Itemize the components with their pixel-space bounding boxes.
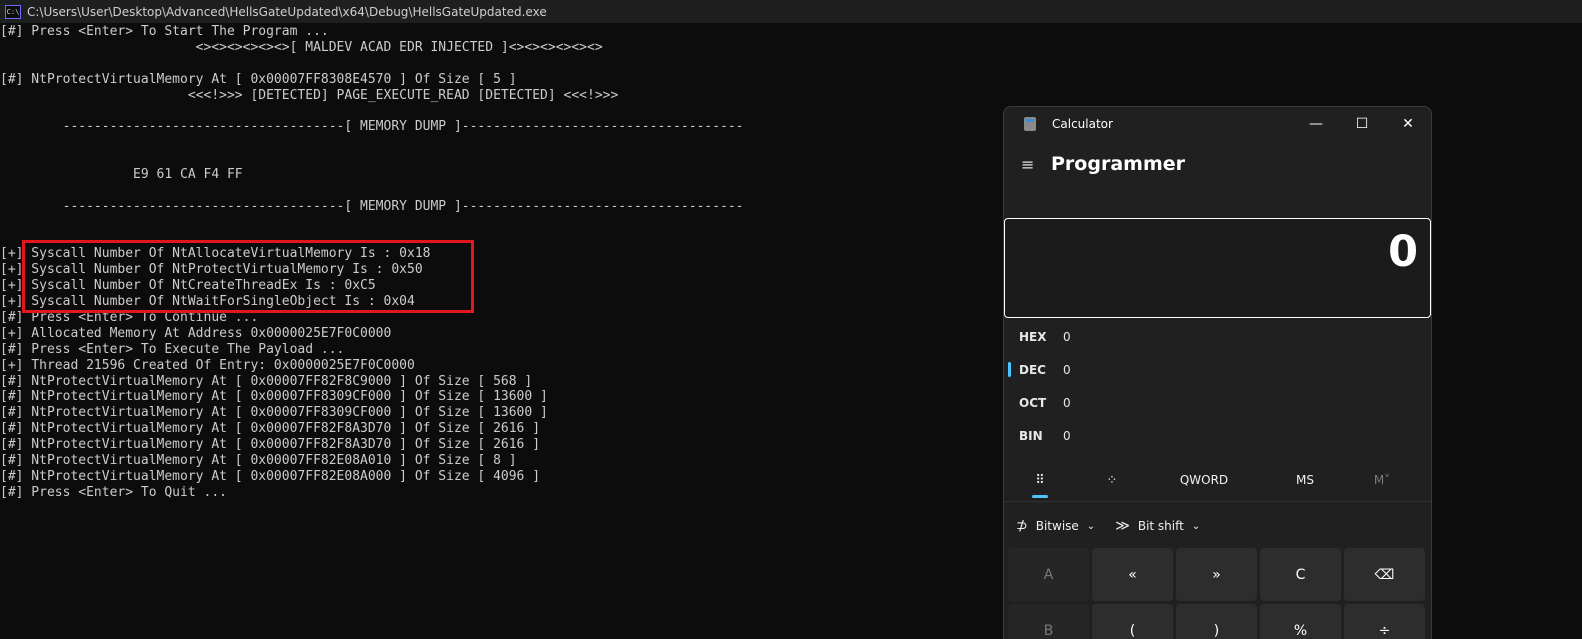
syscall-highlight-box	[22, 240, 474, 313]
bitshift-label: Bit shift	[1137, 519, 1184, 533]
radix-bin[interactable]: BIN 0	[1004, 419, 1431, 452]
radix-value: 0	[1063, 428, 1071, 443]
bit-toggle-keypad-icon[interactable]: ⁘	[1076, 459, 1148, 501]
radix-name: DEC	[1019, 362, 1046, 377]
console-titlebar: C:\ C:\Users\User\Desktop\Advanced\Hells…	[0, 0, 1582, 23]
result-display: 0	[1004, 218, 1431, 318]
radix-value: 0	[1063, 362, 1071, 377]
console-line: <<<!>>> [DETECTED] PAGE_EXECUTE_READ [DE…	[0, 87, 619, 103]
calculator-window: Calculator — ☐ ✕ ≡ Programmer 0 HEX 0 DE…	[1003, 106, 1432, 639]
radix-value: 0	[1063, 395, 1071, 410]
radix-name: BIN	[1019, 428, 1043, 443]
console-line: [#] Press <Enter> To Start The Program .…	[0, 24, 329, 39]
chevron-down-icon: ⌄	[1086, 520, 1096, 532]
console-title: C:\Users\User\Desktop\Advanced\HellsGate…	[27, 4, 547, 19]
logic-gate-icon: ⊅	[1016, 518, 1028, 534]
calculator-titlebar: Calculator — ☐ ✕	[1004, 107, 1431, 141]
console-app-icon: C:\	[5, 4, 21, 19]
full-keypad-icon[interactable]: ⠿	[1004, 459, 1076, 501]
key-open-paren[interactable]: (	[1092, 604, 1173, 639]
calculator-title: Calculator	[1052, 117, 1113, 131]
key-divide[interactable]: ÷	[1344, 604, 1425, 639]
radix-dec[interactable]: DEC 0	[1004, 353, 1431, 386]
memory-store-button[interactable]: MS	[1260, 459, 1350, 501]
chevron-down-icon: ⌄	[1191, 520, 1201, 532]
key-a[interactable]: A	[1008, 548, 1089, 601]
console-line: <><><><><><>[ MALDEV ACAD EDR INJECTED ]…	[0, 39, 603, 55]
key-b[interactable]: B	[1008, 604, 1089, 639]
bitwise-dropdown[interactable]: ⊅ Bitwise ⌄	[1016, 518, 1095, 534]
console-line: [#] NtProtectVirtualMemory At [ 0x00007F…	[0, 71, 517, 87]
programmer-toolbar: ⠿ ⁘ QWORD MS M˅	[1004, 459, 1431, 502]
maximize-button[interactable]: ☐	[1339, 107, 1385, 141]
key-backspace[interactable]: ⌫	[1344, 548, 1425, 601]
radix-value: 0	[1063, 329, 1071, 344]
key-rotate-left[interactable]: «	[1092, 548, 1173, 601]
radix-list: HEX 0 DEC 0 OCT 0 BIN 0	[1004, 320, 1431, 452]
radix-hex[interactable]: HEX 0	[1004, 320, 1431, 353]
mode-title: Programmer	[1051, 153, 1185, 175]
radix-name: OCT	[1019, 395, 1047, 410]
close-button[interactable]: ✕	[1385, 107, 1431, 141]
bitwise-label: Bitwise	[1035, 519, 1079, 533]
bit-shift-icon: ≫	[1115, 518, 1130, 534]
memory-view-button[interactable]: M˅	[1350, 459, 1414, 501]
key-clear[interactable]: C	[1260, 548, 1341, 601]
word-size-button[interactable]: QWORD	[1148, 459, 1260, 501]
minimize-button[interactable]: —	[1293, 107, 1339, 141]
key-close-paren[interactable]: )	[1176, 604, 1257, 639]
radix-oct[interactable]: OCT 0	[1004, 386, 1431, 419]
navigation-menu-icon[interactable]: ≡	[1021, 155, 1037, 174]
radix-name: HEX	[1019, 329, 1047, 344]
key-rotate-right[interactable]: »	[1176, 548, 1257, 601]
operations-row: ⊅ Bitwise ⌄ ≫ Bit shift ⌄	[1004, 509, 1431, 543]
key-modulo[interactable]: %	[1260, 604, 1341, 639]
calculator-app-icon	[1024, 117, 1036, 131]
bitshift-dropdown[interactable]: ≫ Bit shift ⌄	[1115, 518, 1200, 534]
